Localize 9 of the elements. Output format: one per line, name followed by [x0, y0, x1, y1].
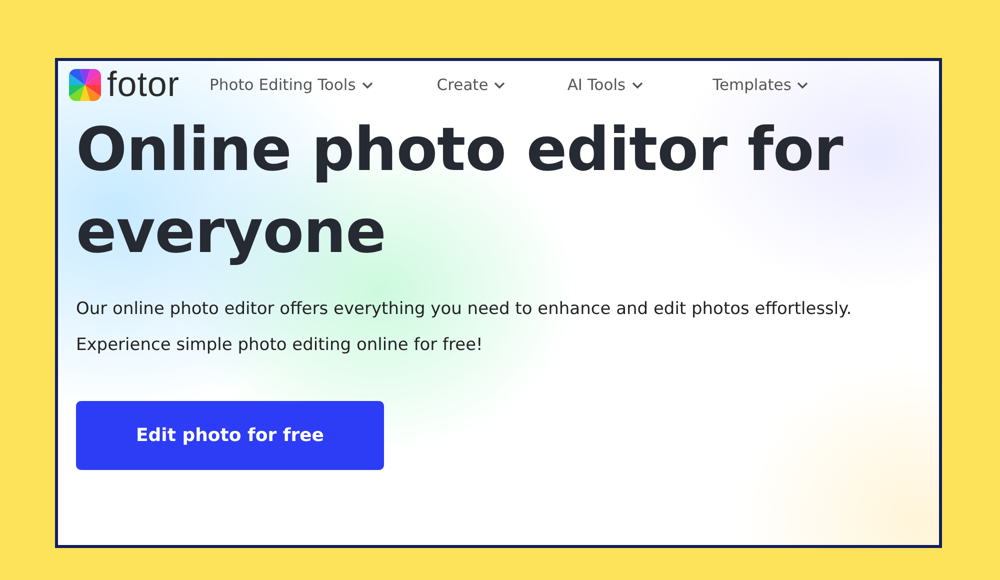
logo-icon: [69, 69, 101, 101]
nav-menu-item[interactable]: Create: [436, 76, 506, 94]
nav-menu-item[interactable]: Templates: [712, 76, 808, 94]
edit-photo-button[interactable]: Edit photo for free: [76, 401, 384, 470]
nav-menu-item[interactable]: AI Tools: [567, 76, 643, 94]
nav-menu-item[interactable]: Photo Editing Tools: [210, 76, 373, 94]
brand-name[interactable]: fotor: [107, 65, 180, 105]
hero-heading: Online photo editor for everyone: [76, 114, 844, 269]
hero-description: Our online photo editor offers everything you need to enhance and edit photos effortlessly. Experience simple photo editing online for free!: [76, 298, 853, 357]
